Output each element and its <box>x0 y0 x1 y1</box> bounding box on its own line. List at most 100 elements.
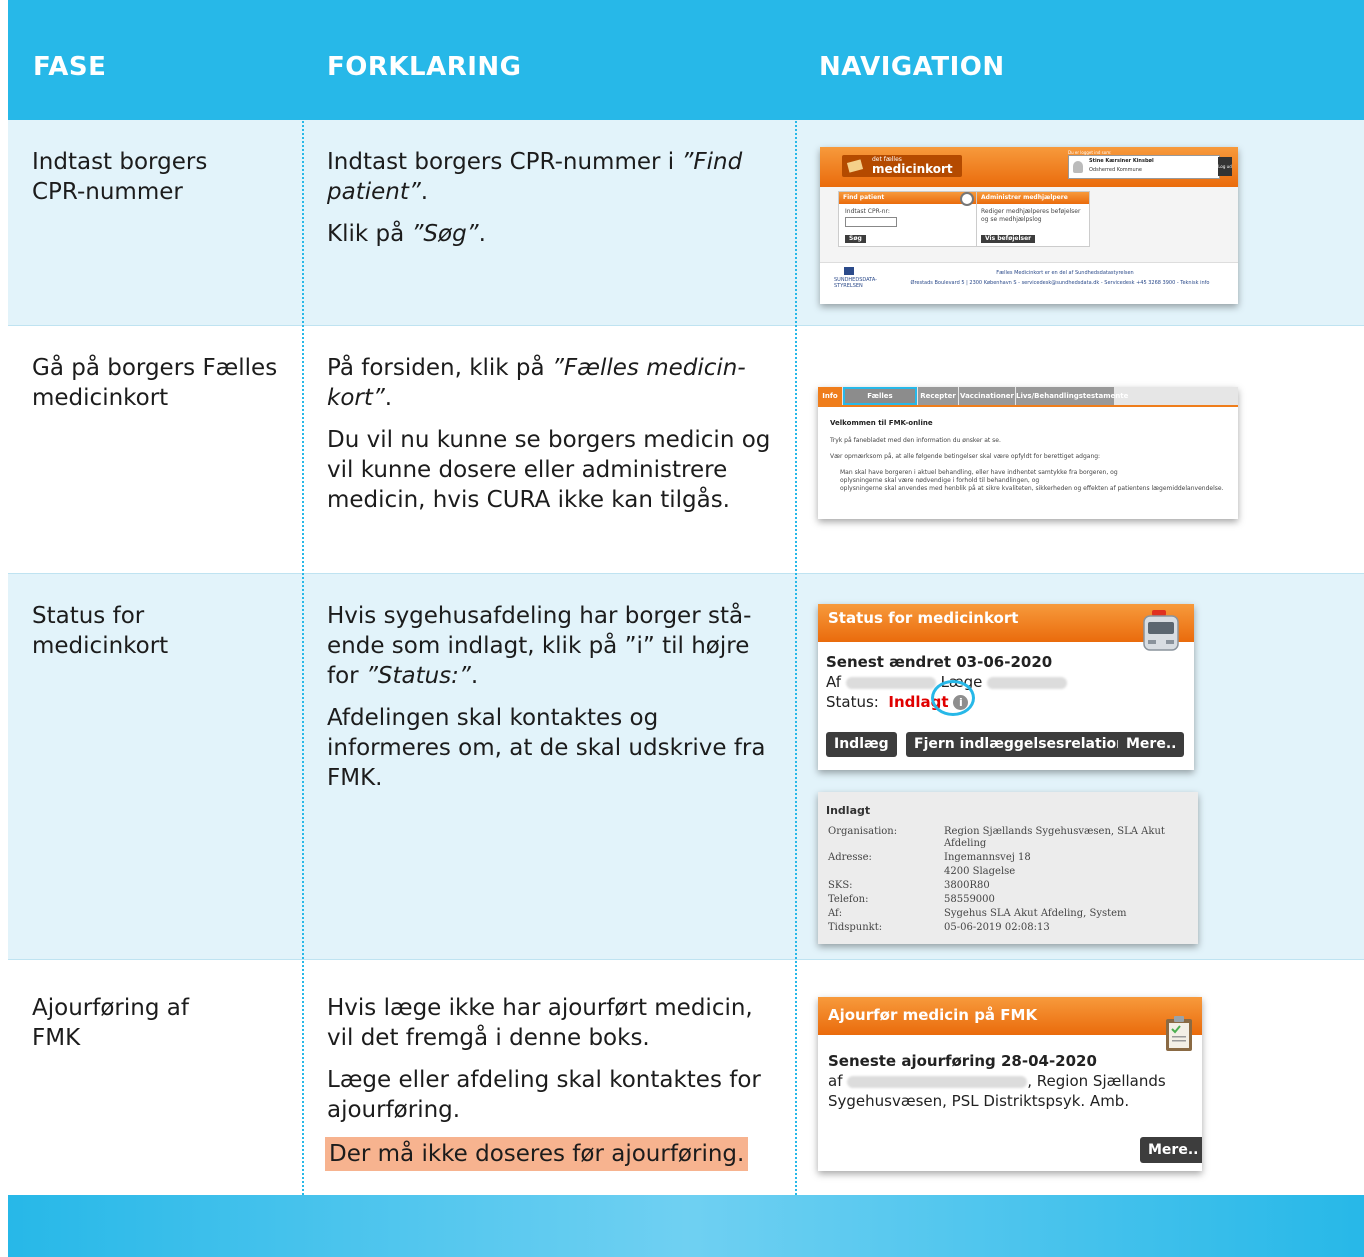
field-value: 05-06-2019 02:08:13 <box>944 922 1050 933</box>
text: . <box>420 179 429 205</box>
footer-text: Ørestads Boulevard 5 | 2300 København S … <box>910 280 1210 286</box>
column-divider <box>795 0 797 1195</box>
field-value: 58559000 <box>944 894 995 905</box>
phase-label: Gå på borgers Fælles medicinkort <box>32 355 278 411</box>
af-label: Af <box>826 673 842 691</box>
screenshot-indlagt-details: Indlagt Organisation: Region Sjællands Sy… <box>818 792 1198 944</box>
fmk-topbar: det fælles medicinkort Du er logget ind … <box>820 147 1238 187</box>
field-label <box>828 866 944 880</box>
field-value: 3800R80 <box>944 880 990 891</box>
info-bullet: oplysningerne skal være nødvendige i for… <box>840 477 1040 484</box>
text: Hvis læge ikke har ajourført medicin, vi… <box>327 995 753 1051</box>
text: Klik på <box>327 221 412 247</box>
fmk-footer: SUNDHEDSDATA-STYRELSEN Fælles Medicinkor… <box>820 262 1238 304</box>
magnifier-icon <box>960 192 974 206</box>
phase-label: Status for medicinkort <box>32 603 169 659</box>
warning-highlight: Der må ikke doseres før ajourføring. <box>325 1137 749 1171</box>
footer-text: Fælles Medicinkort er en del af Sundheds… <box>996 270 1134 276</box>
field-label: SKS: <box>828 880 853 891</box>
author-line: af , Region Sjællands <box>828 1071 1198 1091</box>
latest-update: Seneste ajourføring 28-04-2020 <box>828 1052 1097 1070</box>
phase-label: Ajourføring af FMK <box>32 995 189 1051</box>
text: . <box>478 221 486 247</box>
tab-info[interactable]: Info <box>818 387 842 405</box>
screenshot-info-tab: Info Fælles medicinkort Recepter Vaccina… <box>818 387 1238 519</box>
table-row: Tidspunkt: 05-06-2019 02:08:13 <box>828 922 1198 936</box>
find-patient-box: Find patient Indtast CPR-nr: Søg <box>838 191 985 247</box>
table-row: 4200 Slagelse <box>828 866 1198 880</box>
tab-vaccinationer[interactable]: Vaccinationer <box>959 387 1015 405</box>
info-text: Vær opmærksom på, at alle følgende betin… <box>830 453 1101 460</box>
field-label: Af: <box>828 908 843 919</box>
logout-button[interactable]: Log ud <box>1218 157 1232 176</box>
tab-underline <box>818 405 1238 407</box>
footer-logo: SUNDHEDSDATA-STYRELSEN <box>834 277 877 289</box>
user-name: Stine Kærsiner Kinsbøl <box>1089 158 1154 164</box>
table-header: FASE FORKLARING NAVIGATION <box>8 0 1364 120</box>
fjern-indlaeggelsesrelation-button[interactable]: Fjern indlæggelsesrelation <box>906 732 1135 757</box>
column-divider <box>302 0 304 1195</box>
text: . <box>470 663 479 689</box>
emphasis: ”Søg” <box>411 221 479 247</box>
table-row: SKS: 3800R80 <box>828 880 1198 894</box>
screenshot-ajourfor-medicin: Ajourfør medicin på FMK Seneste ajourfør… <box>818 997 1202 1171</box>
info-bullet: oplysningerne skal anvendes med henblik … <box>840 485 1224 492</box>
ajourfor-title: Ajourfør medicin på FMK <box>818 997 1202 1035</box>
info-text: Tryk på fanebladet med den information d… <box>830 437 1001 444</box>
text: . <box>384 385 393 411</box>
logo-text: medicinkort <box>872 162 953 176</box>
redacted-name <box>847 1075 1028 1088</box>
indlaeg-button[interactable]: Indlæg <box>826 732 897 757</box>
crown-icon <box>844 267 854 275</box>
clipboard-icon <box>1166 1016 1192 1051</box>
row-divider <box>8 573 1364 574</box>
permissions-button[interactable]: Vis beføjelser <box>981 235 1036 243</box>
box-text: Rediger medhjælperes beføjelser og se me… <box>981 208 1081 223</box>
highlight-circle <box>931 680 975 716</box>
explanation: På forsiden, klik på ”Fælles medicin­kor… <box>327 353 772 527</box>
more-button[interactable]: Mere.. <box>1118 732 1185 757</box>
search-button[interactable]: Søg <box>845 235 866 243</box>
pill-card-icon <box>846 159 864 173</box>
header-fase: FASE <box>33 52 107 82</box>
user-org: Odsherred Kommune <box>1089 167 1142 173</box>
table-row: Telefon: 58559000 <box>828 894 1198 908</box>
status-label: Status: <box>826 693 879 711</box>
user-box: Stine Kærsiner Kinsbøl Odsherred Kommune <box>1068 155 1220 179</box>
emphasis: ”Status:” <box>365 663 471 689</box>
cpr-input[interactable] <box>845 217 897 227</box>
user-icon <box>1073 161 1083 173</box>
af-label: af <box>828 1072 843 1090</box>
text: Indtast borgers CPR-nummer i <box>327 149 682 175</box>
info-bullet: Man skal have borgeren i aktuel behandli… <box>840 469 1118 476</box>
indlagt-table: Organisation: Region Sjællands Sygehusvæs… <box>828 826 1198 936</box>
text: På forsiden, klik på <box>327 355 552 381</box>
explanation: Hvis læge ikke har ajourført medicin, vi… <box>325 993 782 1183</box>
phase-label: Indtast borgers CPR-nummer <box>32 149 208 205</box>
box-title: Administrer medhjælpere <box>977 192 1089 204</box>
footer-band <box>8 1195 1364 1257</box>
ajourfor-content: Seneste ajourføring 28-04-2020 af , Regi… <box>828 1051 1198 1111</box>
field-label: Telefon: <box>828 894 869 905</box>
tab-recepter[interactable]: Recepter <box>918 387 958 405</box>
text: Afdelingen skal kontaktes og informeres … <box>327 705 766 791</box>
indlagt-title: Indlagt <box>826 804 871 817</box>
row-divider <box>8 959 1364 960</box>
table-row: Organisation: Region Sjællands Sygehusvæs… <box>828 826 1198 852</box>
table-row: Adresse: Ingemannsvej 18 <box>828 852 1198 866</box>
more-button[interactable]: Mere.. <box>1140 1137 1202 1163</box>
field-value: Sygehus SLA Akut Afdeling, System <box>944 908 1127 919</box>
fmk-guide-page: FASE FORKLARING NAVIGATION Indtast borge… <box>0 0 1364 1257</box>
changed-date: Senest ændret 03-06-2020 <box>826 653 1053 671</box>
field-label: Adresse: <box>828 852 872 863</box>
tab-livs-behandlingstestamente[interactable]: Livs/Behandlingstestamente <box>1016 387 1128 405</box>
field-label: Organisation: <box>828 826 898 837</box>
region-text: , Region Sjællands <box>1027 1072 1166 1090</box>
header-forklaring: FORKLARING <box>327 52 522 82</box>
medhjaelpere-box: Administrer medhjælpere Rediger medhjælp… <box>976 191 1090 247</box>
ambulance-icon <box>1143 610 1179 651</box>
tab-faelles-medicinkort[interactable]: Fælles medicinkort <box>843 387 917 418</box>
row-divider <box>8 325 1364 326</box>
fmk-logo: det fælles medicinkort <box>842 155 962 177</box>
department-text: Sygehusvæsen, PSL Distriktspsyk. Amb. <box>828 1092 1130 1110</box>
